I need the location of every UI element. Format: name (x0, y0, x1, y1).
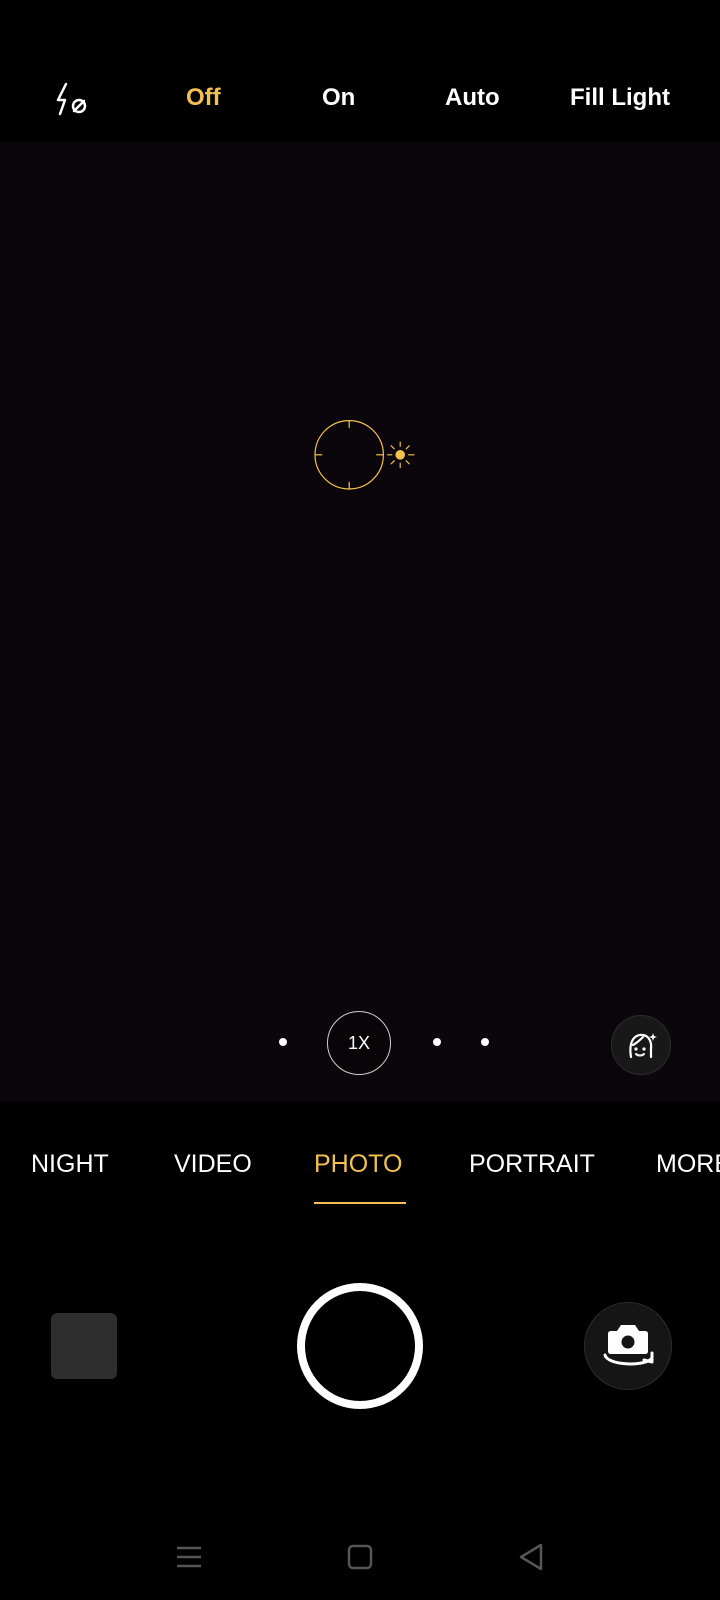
flash-option-on[interactable]: On (322, 84, 355, 112)
mode-more[interactable]: MORE (656, 1150, 720, 1179)
flash-off-icon[interactable] (52, 80, 92, 120)
zoom-button[interactable]: 1X (327, 1011, 391, 1075)
zoom-label: 1X (347, 1032, 371, 1053)
camera-viewfinder[interactable] (0, 142, 720, 1102)
nav-menu-button[interactable] (169, 1540, 209, 1574)
mode-video[interactable]: VIDEO (174, 1150, 252, 1179)
flash-option-auto[interactable]: Auto (445, 84, 500, 112)
zoom-dot-2x[interactable] (433, 1038, 441, 1046)
zoom-dot-wide[interactable] (279, 1038, 287, 1046)
nav-back-button[interactable] (511, 1540, 551, 1574)
shutter-button[interactable] (297, 1283, 423, 1409)
flash-option-fill-light[interactable]: Fill Light (570, 84, 670, 112)
switch-camera-icon (603, 1325, 654, 1366)
zoom-dot-tele[interactable] (481, 1038, 489, 1046)
mode-selected-indicator (314, 1202, 406, 1204)
mode-photo[interactable]: PHOTO (314, 1150, 402, 1179)
flash-bar: Off On Auto Fill Light (0, 0, 720, 142)
beauty-button[interactable] (611, 1015, 671, 1075)
menu-icon (177, 1546, 201, 1568)
nav-home-button[interactable] (340, 1540, 380, 1574)
gallery-thumbnail[interactable] (51, 1313, 117, 1379)
flash-option-off[interactable]: Off (186, 84, 221, 112)
mode-night[interactable]: NIGHT (31, 1150, 109, 1179)
home-icon (347, 1544, 373, 1570)
switch-camera-button[interactable] (584, 1302, 672, 1390)
mode-portrait[interactable]: PORTRAIT (469, 1150, 595, 1179)
beauty-face-icon (629, 1033, 657, 1059)
back-icon (519, 1543, 543, 1571)
